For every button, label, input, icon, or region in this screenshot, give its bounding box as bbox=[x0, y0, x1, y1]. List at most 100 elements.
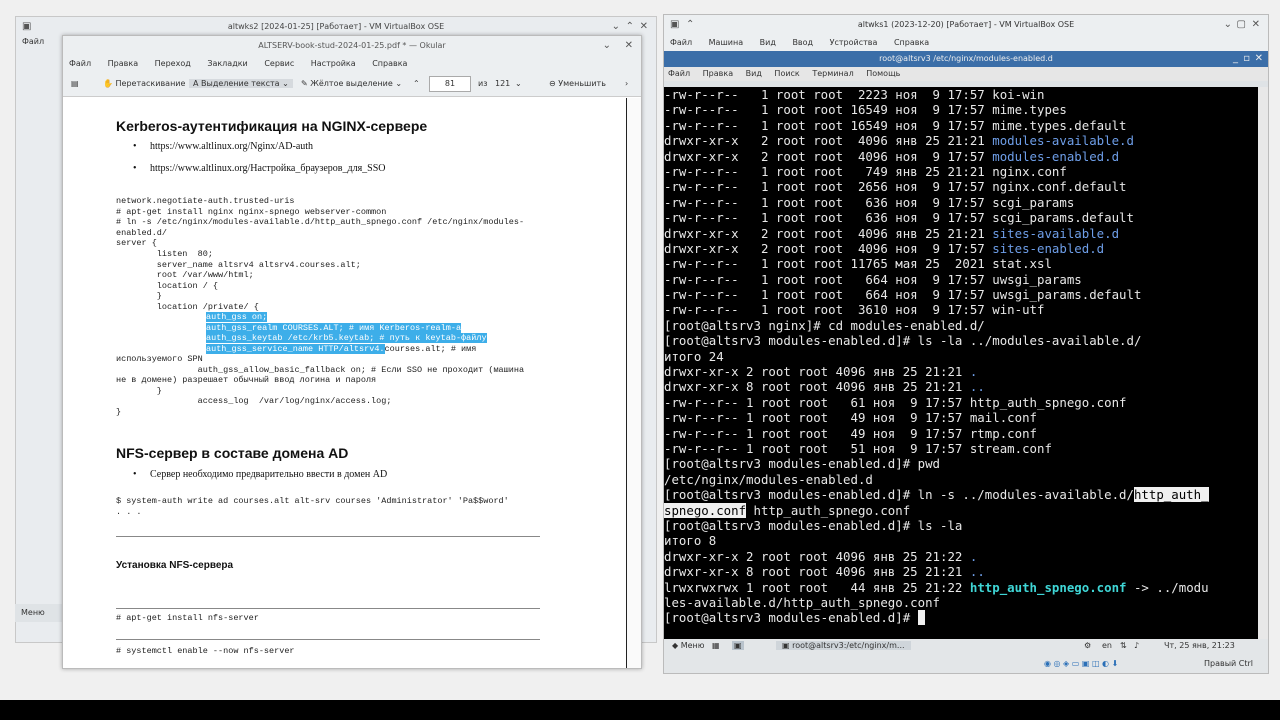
menu-edit[interactable]: Правка bbox=[108, 59, 138, 68]
menu-view[interactable]: Вид bbox=[760, 38, 776, 47]
terminal-text: http_auth_spnego.conf bbox=[746, 502, 911, 518]
terminal-output[interactable]: -rw-r--r-- 1 root root 2223 ноя 9 17:57 … bbox=[664, 87, 1258, 639]
code-highlighted-selection[interactable]: auth_gss on; auth_gss_realm COURSES.ALT; … bbox=[206, 312, 487, 354]
drag-tool-button[interactable]: ✋ Перетаскивание bbox=[103, 79, 185, 88]
volume-icon[interactable]: ♪ bbox=[1134, 641, 1139, 650]
bullet-icon: • bbox=[133, 469, 137, 480]
terminal-text: -rw-r--r-- 1 root root 2656 ноя 9 17:57 … bbox=[664, 179, 1127, 195]
code-block-1: network.negotiate-auth.trusted-uris # apt… bbox=[116, 196, 525, 312]
clock: Чт, 25 янв, 21:23 bbox=[1164, 641, 1235, 650]
terminal-line: drwxr-xr-x 2 root root 4096 ноя 9 17:57 … bbox=[664, 241, 1258, 256]
term-menu-edit[interactable]: Правка bbox=[703, 69, 733, 78]
right-vm-menubar: Файл Машина Вид Ввод Устройства Справка bbox=[664, 35, 1268, 51]
menu-tools[interactable]: Сервис bbox=[264, 59, 294, 68]
terminal-text: -rw-r--r-- 1 root root 3610 ноя 9 17:57 … bbox=[664, 302, 1045, 318]
divider bbox=[116, 639, 540, 640]
menu-help[interactable]: Справка bbox=[372, 59, 407, 68]
taskbar-terminal-task[interactable]: ▣ root@altsrv3:/etc/nginx/m... bbox=[776, 641, 911, 650]
pdf-page[interactable]: Kerberos-аутентификация на NGINX-сервере… bbox=[63, 98, 625, 668]
close-icon[interactable]: ✕ bbox=[1255, 51, 1263, 67]
guest-menu-button[interactable]: ◆ Меню bbox=[672, 641, 705, 650]
term-menu-file[interactable]: Файл bbox=[668, 69, 690, 78]
terminal-text: drwxr-xr-x 8 root root 4096 янв 25 21:21 bbox=[664, 564, 970, 580]
minimize-icon[interactable]: ⌄ bbox=[1224, 15, 1232, 35]
files-icon[interactable]: ▦ bbox=[712, 641, 720, 650]
pin-icon[interactable]: ⌃ bbox=[686, 15, 694, 35]
highlight-tool-button[interactable]: ✎ Жёлтое выделение ⌄ bbox=[301, 79, 402, 88]
menu-file[interactable]: Файл bbox=[670, 38, 692, 47]
text-select-tool-button[interactable]: A Выделение текста ⌄ bbox=[189, 79, 293, 88]
screen-bottom-bar bbox=[0, 700, 1280, 720]
prev-page-icon[interactable]: ⌃ bbox=[413, 79, 420, 88]
vm-app-icon: ▣ bbox=[670, 19, 680, 30]
terminal-launcher-icon[interactable]: ▣ bbox=[732, 641, 744, 650]
maximize-icon[interactable]: ▢ bbox=[1237, 15, 1246, 35]
terminal-line: -rw-r--r-- 1 root root 2656 ноя 9 17:57 … bbox=[664, 179, 1258, 194]
terminal-text: [root@altsrv3 modules-enabled.d]# bbox=[664, 610, 918, 626]
terminal-line: [root@altsrv3 modules-enabled.d]# ln -s … bbox=[664, 487, 1258, 503]
minimize-icon[interactable]: _ bbox=[1233, 51, 1238, 67]
divider bbox=[116, 608, 540, 609]
minimize-icon[interactable]: ⌄ bbox=[612, 17, 620, 37]
code-systemctl-nfs: # systemctl enable --now nfs-server bbox=[116, 646, 295, 656]
terminal-text: . bbox=[969, 548, 978, 564]
menu-bookmarks[interactable]: Закладки bbox=[207, 59, 247, 68]
next-page-icon[interactable]: ⌄ bbox=[515, 79, 522, 88]
term-menu-search[interactable]: Поиск bbox=[774, 69, 799, 78]
keyboard-layout[interactable]: en bbox=[1102, 641, 1112, 650]
sidebar-toggle-icon[interactable]: ▤ bbox=[71, 79, 79, 88]
maximize-icon[interactable]: ⌃ bbox=[626, 17, 634, 37]
terminal-text: итого 8 bbox=[664, 533, 717, 549]
menu-help[interactable]: Справка bbox=[894, 38, 929, 47]
page-of-label: из bbox=[478, 79, 488, 88]
zoom-out-button[interactable]: ⊖ Уменьшить bbox=[549, 79, 606, 88]
terminal-line: /etc/nginx/modules-enabled.d bbox=[664, 472, 1258, 487]
terminal-text: lrwxrwxrwx 1 root root 44 янв 25 21:22 bbox=[664, 579, 970, 595]
terminal-scrollbar[interactable] bbox=[1258, 87, 1268, 639]
network-icon[interactable]: ⇅ bbox=[1120, 641, 1127, 650]
menu-file[interactable]: Файл bbox=[69, 59, 91, 68]
left-taskbar-menu-button[interactable]: Меню bbox=[15, 604, 62, 622]
page-number-input[interactable]: 81 bbox=[429, 76, 471, 92]
terminal-text: .. bbox=[969, 379, 985, 395]
left-vm-titlebar: altwks2 [2024-01-25] [Работает] - VM Vir… bbox=[16, 17, 656, 37]
minimize-icon[interactable]: ⌄ bbox=[603, 36, 611, 56]
menu-input[interactable]: Ввод bbox=[792, 38, 813, 47]
okular-menubar: Файл Правка Переход Закладки Сервис Наст… bbox=[63, 56, 641, 72]
terminal-line: -rw-r--r-- 1 root root 664 ноя 9 17:57 u… bbox=[664, 287, 1258, 302]
term-menu-view[interactable]: Вид bbox=[746, 69, 762, 78]
menu-file[interactable]: Файл bbox=[22, 37, 44, 46]
close-icon[interactable]: ✕ bbox=[640, 17, 648, 37]
terminal-line: -rw-r--r-- 1 root root 51 ноя 9 17:57 st… bbox=[664, 441, 1258, 456]
menu-machine[interactable]: Машина bbox=[709, 38, 743, 47]
terminal-line: итого 8 bbox=[664, 533, 1258, 548]
link-nginx-ad-auth[interactable]: https://www.altlinux.org/Nginx/AD-auth bbox=[150, 141, 313, 152]
menu-settings[interactable]: Настройка bbox=[311, 59, 356, 68]
pdf-scrollbar[interactable] bbox=[626, 98, 641, 668]
terminal-text: drwxr-xr-x 2 root root 4096 ноя 9 17:57 bbox=[664, 148, 993, 164]
settings-icon[interactable]: ⚙ bbox=[1084, 641, 1091, 650]
terminal-text: http_auth_spnego.conf bbox=[969, 579, 1127, 595]
term-menu-help[interactable]: Помощь bbox=[866, 69, 900, 78]
terminal-line: spnego.conf http_auth_spnego.conf bbox=[664, 502, 1258, 518]
menu-go[interactable]: Переход bbox=[155, 59, 191, 68]
terminal-text: -rw-r--r-- 1 root root 61 ноя 9 17:57 ht… bbox=[664, 394, 1127, 410]
close-icon[interactable]: ✕ bbox=[1252, 15, 1260, 35]
link-browser-sso[interactable]: https://www.altlinux.org/Настройка_брауз… bbox=[150, 163, 386, 174]
vm-app-icon: ▣ bbox=[22, 21, 32, 32]
toolbar-more-icon[interactable]: › bbox=[625, 79, 628, 88]
close-icon[interactable]: ✕ bbox=[625, 36, 633, 56]
term-menu-terminal[interactable]: Терминал bbox=[812, 69, 853, 78]
menu-devices[interactable]: Устройства bbox=[830, 38, 878, 47]
terminal-text: -rw-r--r-- 1 root root 51 ноя 9 17:57 st… bbox=[664, 440, 1052, 456]
terminal-text: sites-enabled.d bbox=[992, 240, 1105, 256]
terminal-line: -rw-r--r-- 1 root root 11765 мая 25 2021… bbox=[664, 256, 1258, 271]
okular-window: ALTSERV-book-stud-2024-01-25.pdf * — Oku… bbox=[62, 35, 642, 669]
code-ellipsis: . . . bbox=[116, 507, 142, 517]
terminal-line: les-available.d/http_auth_spnego.conf bbox=[664, 595, 1258, 610]
maximize-icon[interactable]: ▫ bbox=[1243, 51, 1250, 67]
bullet-nfs-domain: Сервер необходимо предварительно ввести … bbox=[150, 469, 388, 480]
right-vm-titlebar: ▣ ⌃ altwks1 (2023-12-20) [Работает] - VM… bbox=[664, 15, 1268, 35]
page-total: 121 bbox=[495, 79, 511, 88]
terminal-text: les-available.d/http_auth_spnego.conf bbox=[664, 594, 941, 610]
